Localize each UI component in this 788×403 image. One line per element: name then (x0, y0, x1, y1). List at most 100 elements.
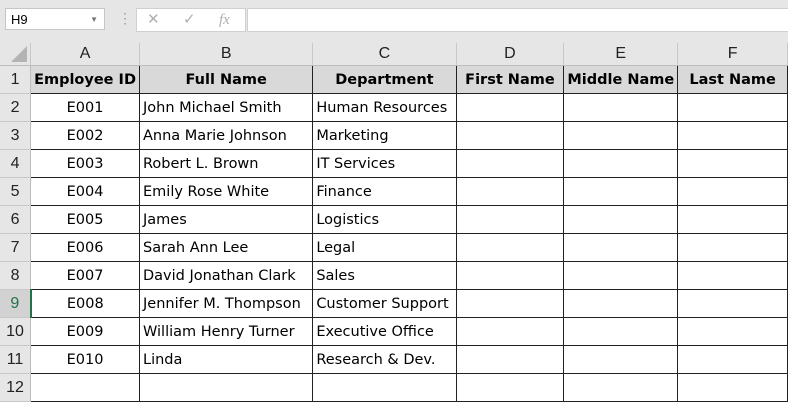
cancel-icon[interactable]: ✕ (147, 9, 160, 31)
cell-D7[interactable] (455, 233, 565, 262)
cell-D2[interactable] (455, 93, 565, 122)
cell-A8[interactable]: E007 (30, 261, 140, 290)
cell-E7[interactable] (563, 233, 679, 262)
cell-C8[interactable]: Sales (312, 261, 457, 290)
cell-C4[interactable]: IT Services (312, 149, 457, 178)
table-row: 5 E004 Emily Rose White Finance (0, 177, 788, 206)
cell-A2[interactable]: E001 (30, 93, 140, 122)
column-header-B[interactable]: B (139, 43, 314, 66)
cell-B5[interactable]: Emily Rose White (138, 177, 314, 206)
cell-F10[interactable] (677, 317, 788, 346)
row-header-1[interactable]: 1 (0, 65, 32, 94)
cell-F7[interactable] (677, 233, 788, 262)
fx-icon[interactable]: fx (219, 9, 230, 31)
cell-E1[interactable]: Middle Name (563, 65, 679, 94)
cell-B1[interactable]: Full Name (138, 65, 314, 94)
cell-A7[interactable]: E006 (30, 233, 140, 262)
cell-B11[interactable]: Linda (138, 345, 314, 374)
cell-F12[interactable] (677, 373, 788, 402)
cell-D6[interactable] (455, 205, 565, 234)
cell-A3[interactable]: E002 (30, 121, 140, 150)
cell-F4[interactable] (677, 149, 788, 178)
cell-B6[interactable]: James (138, 205, 314, 234)
cell-B2[interactable]: John Michael Smith (138, 93, 314, 122)
cell-F2[interactable] (677, 93, 788, 122)
column-header-F[interactable]: F (677, 43, 788, 66)
cell-C5[interactable]: Finance (312, 177, 457, 206)
row-header-12[interactable]: 12 (0, 373, 32, 402)
cell-D4[interactable] (455, 149, 565, 178)
cell-C6[interactable]: Logistics (312, 205, 457, 234)
cell-E2[interactable] (563, 93, 679, 122)
cell-E5[interactable] (563, 177, 679, 206)
cell-F9[interactable] (677, 289, 788, 318)
cell-C7[interactable]: Legal (312, 233, 457, 262)
cell-B8[interactable]: David Jonathan Clark (138, 261, 314, 290)
row-header-8[interactable]: 8 (0, 261, 32, 290)
cell-A5[interactable]: E004 (30, 177, 140, 206)
row-header-2[interactable]: 2 (0, 93, 32, 122)
cell-A12[interactable] (30, 373, 140, 402)
cell-E6[interactable] (563, 205, 679, 234)
cell-F3[interactable] (677, 121, 788, 150)
cell-F5[interactable] (677, 177, 788, 206)
row-header-4[interactable]: 4 (0, 149, 32, 178)
cell-C9[interactable]: Customer Support (312, 289, 457, 318)
cell-B7[interactable]: Sarah Ann Lee (138, 233, 314, 262)
cell-C10[interactable]: Executive Office (312, 317, 457, 346)
column-header-D[interactable]: D (456, 43, 565, 66)
cell-F11[interactable] (677, 345, 788, 374)
cell-E4[interactable] (563, 149, 679, 178)
cell-F6[interactable] (677, 205, 788, 234)
cell-A11[interactable]: E010 (30, 345, 140, 374)
row-header-9[interactable]: 9 (0, 289, 32, 318)
cell-B3[interactable]: Anna Marie Johnson (138, 121, 314, 150)
cell-B12[interactable] (138, 373, 314, 402)
cell-F8[interactable] (677, 261, 788, 290)
cell-E9[interactable] (563, 289, 679, 318)
cell-B10[interactable]: William Henry Turner (138, 317, 314, 346)
row-header-5[interactable]: 5 (0, 177, 32, 206)
cell-A6[interactable]: E005 (30, 205, 140, 234)
cell-A9[interactable]: E008 (30, 289, 140, 318)
column-header-A[interactable]: A (30, 43, 140, 66)
cell-D9[interactable] (455, 289, 565, 318)
cell-C11[interactable]: Research & Dev. (312, 345, 457, 374)
row-header-3[interactable]: 3 (0, 121, 32, 150)
cell-E8[interactable] (563, 261, 679, 290)
chevron-down-icon[interactable]: ▼ (90, 9, 98, 31)
cell-A1[interactable]: Employee ID (30, 65, 140, 94)
cell-D5[interactable] (455, 177, 565, 206)
cell-C1[interactable]: Department (312, 65, 457, 94)
cell-B4[interactable]: Robert L. Brown (138, 149, 314, 178)
cell-E10[interactable] (563, 317, 679, 346)
cell-F1[interactable]: Last Name (677, 65, 788, 94)
formula-input[interactable] (247, 8, 788, 32)
cell-A4[interactable]: E003 (30, 149, 140, 178)
cell-E3[interactable] (563, 121, 679, 150)
drag-handle-icon[interactable]: ⋮ (118, 10, 132, 27)
cell-E12[interactable] (563, 373, 679, 402)
cell-C12[interactable] (312, 373, 457, 402)
row-header-6[interactable]: 6 (0, 205, 32, 234)
cell-D11[interactable] (455, 345, 565, 374)
cell-D1[interactable]: First Name (455, 65, 565, 94)
cell-B9[interactable]: Jennifer M. Thompson (138, 289, 314, 318)
select-all-button[interactable] (0, 43, 32, 66)
cell-C3[interactable]: Marketing (312, 121, 457, 150)
cell-D8[interactable] (455, 261, 565, 290)
cell-A10[interactable]: E009 (30, 317, 140, 346)
row-header-10[interactable]: 10 (0, 317, 32, 346)
cell-D12[interactable] (455, 373, 565, 402)
column-header-E[interactable]: E (563, 43, 679, 66)
row-header-7[interactable]: 7 (0, 233, 32, 262)
cell-E11[interactable] (563, 345, 679, 374)
cell-D10[interactable] (455, 317, 565, 346)
row-header-11[interactable]: 11 (0, 345, 32, 374)
column-header-C[interactable]: C (312, 43, 457, 66)
cell-C2[interactable]: Human Resources (312, 93, 457, 122)
enter-icon[interactable]: ✓ (183, 9, 196, 31)
cell-D3[interactable] (455, 121, 565, 150)
name-box[interactable]: H9 ▼ (5, 8, 105, 30)
table-row: 8 E007 David Jonathan Clark Sales (0, 261, 788, 290)
